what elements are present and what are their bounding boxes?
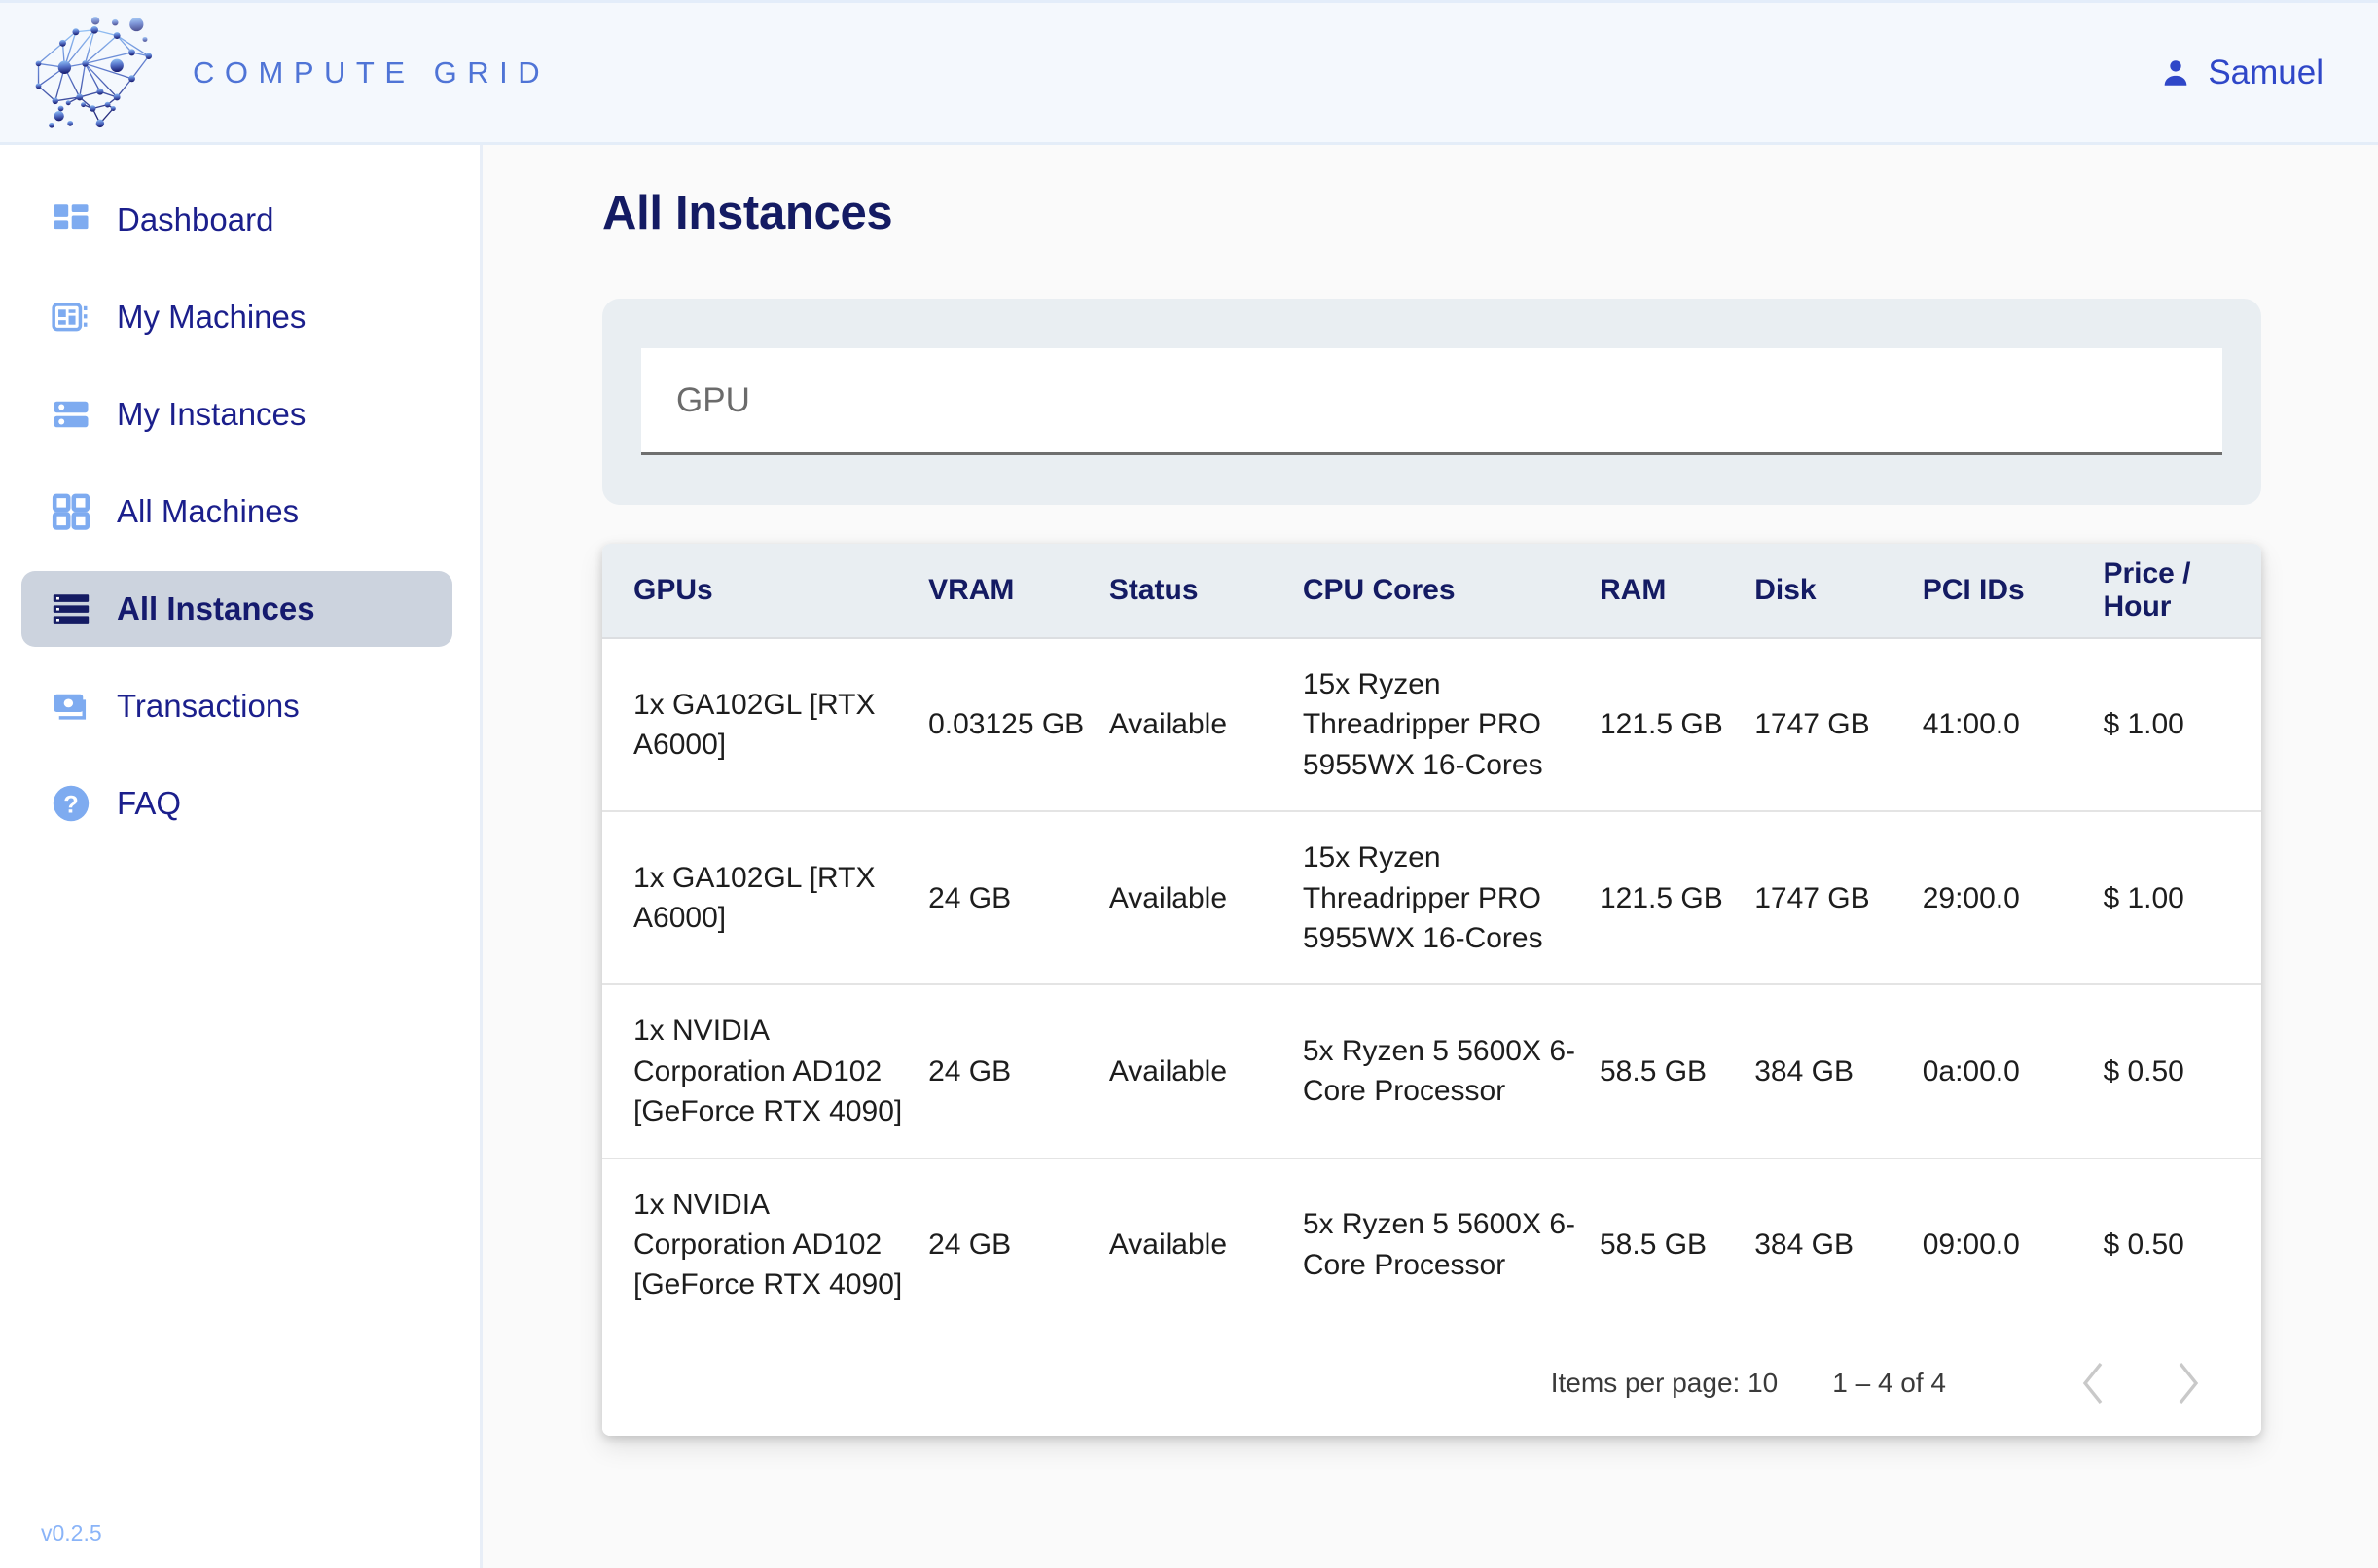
cell-disk: 384 GB — [1745, 1157, 1913, 1331]
brand-name: COMPUTE GRID — [193, 54, 551, 89]
cell-cpu-cores: 5x Ryzen 5 5600X 6-Core Processor — [1292, 1157, 1590, 1331]
user-menu[interactable]: Samuel — [2159, 53, 2378, 92]
cell-vram: 24 GB — [919, 983, 1099, 1158]
next-page-button[interactable] — [2158, 1353, 2218, 1413]
sidebar-item-label: All Machines — [117, 493, 300, 529]
cell-price: $ 0.50 — [2093, 1157, 2261, 1331]
sidebar-item-label: All Instances — [117, 590, 315, 626]
items-per-page-label[interactable]: Items per page: 10 — [1551, 1368, 1778, 1399]
cell-status: Available — [1099, 810, 1293, 985]
cell-vram: 24 GB — [919, 1157, 1099, 1331]
search-field[interactable] — [641, 348, 2222, 455]
column-header-status[interactable]: Status — [1099, 544, 1293, 638]
column-header-vram[interactable]: VRAM — [919, 544, 1099, 638]
cell-cpu-cores: 15x Ryzen Threadripper PRO 5955WX 16-Cor… — [1292, 810, 1590, 985]
sidebar-item-label: Transactions — [117, 688, 300, 724]
cell-disk: 1747 GB — [1745, 636, 1913, 812]
server-list-icon — [53, 594, 90, 624]
column-header-price-hour[interactable]: Price / Hour — [2093, 544, 2261, 638]
brand[interactable]: COMPUTE GRID — [0, 11, 550, 135]
cell-price: $ 1.00 — [2093, 636, 2261, 812]
cell-disk: 1747 GB — [1745, 810, 1913, 985]
cell-cpu-cores: 15x Ryzen Threadripper PRO 5955WX 16-Cor… — [1292, 636, 1590, 812]
cell-cpu-cores: 5x Ryzen 5 5600X 6-Core Processor — [1292, 983, 1590, 1158]
table-row[interactable]: 1x NVIDIA Corporation AD102 [GeForce RTX… — [602, 1157, 2261, 1331]
sidebar-item-label: FAQ — [117, 785, 182, 821]
instances-table: GPUs VRAM Status CPU Cores RAM Disk PCI … — [602, 544, 2261, 1331]
cell-gpus: 1x NVIDIA Corporation AD102 [GeForce RTX… — [602, 1157, 919, 1331]
table-row[interactable]: 1x GA102GL [RTX A6000] 24 GB Available 1… — [602, 810, 2261, 985]
sidebar-item-faq[interactable]: ? FAQ — [21, 766, 452, 841]
main-content: All Instances GPUs VRAM Status CPU Cores… — [486, 145, 2378, 1568]
column-header-cpu-cores[interactable]: CPU Cores — [1293, 544, 1590, 638]
sidebar-item-label: My Instances — [117, 396, 306, 432]
cell-pci-ids: 41:00.0 — [1912, 636, 2094, 812]
sidebar-item-my-machines[interactable]: My Machines — [21, 279, 452, 355]
cell-status: Available — [1099, 1157, 1293, 1331]
column-header-pci-ids[interactable]: PCI IDs — [1913, 544, 2094, 638]
cell-pci-ids: 0a:00.0 — [1912, 983, 2094, 1158]
sidebar: Dashboard My Machines My Instances All M… — [0, 145, 483, 1568]
sidebar-item-dashboard[interactable]: Dashboard — [21, 182, 452, 258]
cell-price: $ 1.00 — [2093, 810, 2261, 985]
machine-card-icon — [52, 303, 88, 332]
brain-network-icon — [35, 16, 153, 128]
page-range-label: 1 – 4 of 4 — [1832, 1367, 1946, 1398]
cell-ram: 58.5 GB — [1590, 1157, 1746, 1331]
search-panel — [602, 299, 2261, 505]
banknote-icon — [54, 694, 87, 720]
sidebar-nav: Dashboard My Machines My Instances All M… — [0, 145, 480, 841]
cell-vram: 0.03125 GB — [919, 636, 1099, 812]
table-paginator: Items per page: 10 1 – 4 of 4 — [602, 1330, 2261, 1436]
question-circle-icon: ? — [53, 785, 90, 822]
cell-status: Available — [1099, 983, 1293, 1158]
cell-pci-ids: 09:00.0 — [1912, 1157, 2094, 1331]
page-title: All Instances — [602, 187, 893, 239]
instances-table-card: GPUs VRAM Status CPU Cores RAM Disk PCI … — [602, 544, 2261, 1436]
svg-text:?: ? — [63, 791, 79, 818]
cell-pci-ids: 29:00.0 — [1912, 810, 2094, 985]
app-header: COMPUTE GRID Samuel — [0, 0, 2378, 145]
column-header-ram[interactable]: RAM — [1590, 544, 1745, 638]
previous-page-button[interactable] — [2063, 1353, 2123, 1413]
chevron-left-icon — [2082, 1362, 2103, 1404]
cell-gpus: 1x GA102GL [RTX A6000] — [602, 810, 919, 985]
cell-gpus: 1x GA102GL [RTX A6000] — [602, 636, 919, 812]
dashboard-grid-icon — [54, 204, 89, 230]
column-header-gpus[interactable]: GPUs — [602, 544, 919, 638]
sidebar-item-my-instances[interactable]: My Instances — [21, 376, 452, 452]
user-name: Samuel — [2208, 53, 2324, 91]
table-head: GPUs VRAM Status CPU Cores RAM Disk PCI … — [602, 544, 2261, 638]
cell-ram: 121.5 GB — [1590, 636, 1746, 812]
cell-price: $ 0.50 — [2093, 983, 2261, 1158]
cell-ram: 121.5 GB — [1590, 810, 1746, 985]
table-header-row: GPUs VRAM Status CPU Cores RAM Disk PCI … — [602, 544, 2261, 638]
sidebar-item-label: My Machines — [117, 299, 306, 335]
grid-squares-icon — [52, 493, 90, 530]
person-icon — [2164, 59, 2187, 86]
sidebar-item-all-machines[interactable]: All Machines — [21, 474, 452, 550]
cell-ram: 58.5 GB — [1590, 983, 1746, 1158]
app-version: v0.2.5 — [41, 1520, 102, 1546]
column-header-disk[interactable]: Disk — [1745, 544, 1912, 638]
sidebar-item-transactions[interactable]: Transactions — [21, 668, 452, 744]
sidebar-item-label: Dashboard — [117, 201, 274, 237]
cell-gpus: 1x NVIDIA Corporation AD102 [GeForce RTX… — [602, 983, 919, 1158]
search-input[interactable] — [641, 348, 2222, 452]
sidebar-item-all-instances[interactable]: All Instances — [21, 571, 452, 647]
server-stack-icon — [54, 401, 89, 428]
cell-disk: 384 GB — [1745, 983, 1913, 1158]
table-body: 1x GA102GL [RTX A6000] 0.03125 GB Availa… — [602, 636, 2261, 1331]
chevron-right-icon — [2179, 1362, 2199, 1404]
cell-status: Available — [1099, 636, 1293, 812]
table-row[interactable]: 1x NVIDIA Corporation AD102 [GeForce RTX… — [602, 983, 2261, 1158]
cell-vram: 24 GB — [919, 810, 1099, 985]
table-row[interactable]: 1x GA102GL [RTX A6000] 0.03125 GB Availa… — [602, 636, 2261, 812]
